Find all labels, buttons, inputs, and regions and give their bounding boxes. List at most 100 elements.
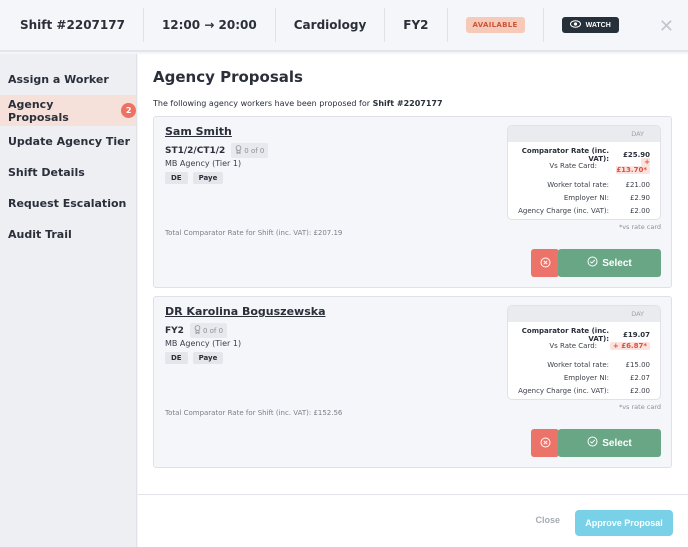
row-label: Worker total rate: <box>547 360 609 369</box>
reject-button[interactable] <box>531 249 559 277</box>
rate-header: DAY <box>508 306 660 322</box>
vs-rate-card-row: Vs Rate Card: + £6.87* <box>508 340 660 351</box>
x-circle-icon <box>540 256 551 271</box>
agency-name: MB Agency (Tier 1) <box>165 339 242 348</box>
footer: Close Approve Proposal <box>138 494 688 547</box>
row-label: Vs Rate Card: <box>549 161 597 170</box>
shift-department: Cardiology <box>276 8 386 42</box>
employer-ni-row: Employer NI: £2.90 <box>508 191 660 204</box>
row-label: Worker total rate: <box>547 180 609 189</box>
tags: DE Paye <box>165 352 224 364</box>
sidebar-item-label: Agency Proposals <box>8 97 69 124</box>
sidebar-item-update-agency-tier[interactable]: Update Agency Tier <box>0 126 136 157</box>
rate-header: DAY <box>508 126 660 142</box>
sidebar-item-agency-proposals[interactable]: Agency Proposals 2 <box>0 95 136 126</box>
total-comparator-rate: Total Comparator Rate for Shift (inc. VA… <box>165 229 343 237</box>
proposal-card: DR Karolina Boguszewska FY2 0 of 0 MB Ag… <box>153 296 672 468</box>
check-circle-icon <box>587 436 598 450</box>
tags: DE Paye <box>165 172 224 184</box>
vs-rate-card-row: Vs Rate Card: + £13.70* <box>508 157 660 174</box>
select-button[interactable]: Select <box>558 429 661 457</box>
grade-row: FY2 0 of 0 <box>165 323 228 338</box>
sidebar-item-label: Assign a Worker <box>8 73 109 86</box>
close-icon[interactable]: ✕ <box>659 16 674 37</box>
status-badge: AVAILABLE <box>465 17 525 33</box>
watch-button[interactable]: WATCH <box>561 17 619 33</box>
shift-id: Shift #2207177 <box>0 8 144 42</box>
worker-total-row: Worker total rate: £21.00 <box>508 178 660 191</box>
worker-name-link[interactable]: DR Karolina Boguszewska <box>165 305 326 318</box>
rate-diff-badge: + £13.70* <box>616 157 650 174</box>
row-value: £19.07 <box>622 330 650 339</box>
close-button[interactable]: Close <box>535 515 560 525</box>
row-label: Comparator Rate (inc. VAT): <box>521 146 609 163</box>
row-label: Employer NI: <box>563 193 609 202</box>
worker-grade: FY2 <box>165 325 184 336</box>
sidebar-item-label: Shift Details <box>8 166 85 179</box>
x-circle-icon <box>540 436 551 451</box>
row-value: £2.07 <box>629 373 650 382</box>
shift-time: 12:00 → 20:00 <box>144 8 276 42</box>
vs-rate-card-note: *vs rate card <box>618 403 661 411</box>
total-comparator-rate: Total Comparator Rate for Shift (inc. VA… <box>165 409 343 417</box>
award-icon <box>235 145 242 156</box>
rate-diff-badge: + £6.87* <box>609 341 650 350</box>
sidebar-item-label: Request Escalation <box>8 197 127 210</box>
worker-grade: ST1/2/CT1/2 <box>165 145 226 156</box>
agency-charge-row: Agency Charge (inc. VAT): £2.00 <box>508 384 660 397</box>
count-badge: 2 <box>121 103 136 118</box>
employer-ni-row: Employer NI: £2.07 <box>508 371 660 384</box>
status-cell: AVAILABLE <box>448 8 544 42</box>
sidebar-item-assign-worker[interactable]: Assign a Worker <box>0 64 136 95</box>
row-label: Agency Charge (inc. VAT): <box>518 206 609 215</box>
rate-breakdown: DAY Comparator Rate (inc. VAT): £19.07 Vs… <box>507 305 661 400</box>
eye-icon <box>569 20 581 30</box>
tag: DE <box>165 352 188 364</box>
main-panel: Agency Proposals The following agency wo… <box>138 54 688 494</box>
award-badge: 0 of 0 <box>189 323 228 338</box>
row-label: Vs Rate Card: <box>549 341 597 350</box>
row-value: £2.90 <box>629 193 650 202</box>
select-button[interactable]: Select <box>558 249 661 277</box>
shift-header: Shift #2207177 12:00 → 20:00 Cardiology … <box>0 0 688 52</box>
row-label: Comparator Rate (inc. VAT): <box>521 326 609 343</box>
sidebar-item-request-escalation[interactable]: Request Escalation <box>0 188 136 219</box>
watch-cell: WATCH <box>544 8 637 42</box>
intro-text: The following agency workers have been p… <box>153 99 443 108</box>
award-count: 0 of 0 <box>202 326 224 335</box>
grade-row: ST1/2/CT1/2 0 of 0 <box>165 143 269 158</box>
watch-label: WATCH <box>585 21 611 29</box>
sidebar-item-label: Update Agency Tier <box>8 135 131 148</box>
worker-total-row: Worker total rate: £15.00 <box>508 358 660 371</box>
tag: Paye <box>192 352 224 364</box>
sidebar-item-label: Audit Trail <box>8 228 72 241</box>
row-value: £2.00 <box>629 206 650 215</box>
sidebar: Assign a Worker Agency Proposals 2 Update… <box>0 54 137 547</box>
row-value: £21.00 <box>625 180 651 189</box>
shift-grade: FY2 <box>385 8 448 42</box>
vs-rate-card-note: *vs rate card <box>618 223 661 231</box>
award-icon <box>194 325 201 336</box>
proposal-card: Sam Smith ST1/2/CT1/2 0 of 0 MB Agency (… <box>153 116 672 288</box>
row-value: £15.00 <box>625 360 651 369</box>
agency-charge-row: Agency Charge (inc. VAT): £2.00 <box>508 204 660 217</box>
award-count: 0 of 0 <box>244 146 265 155</box>
row-label: Employer NI: <box>563 373 609 382</box>
reject-button[interactable] <box>531 429 559 457</box>
approve-proposal-button[interactable]: Approve Proposal <box>575 510 673 536</box>
agency-name: MB Agency (Tier 1) <box>165 159 242 168</box>
sidebar-item-shift-details[interactable]: Shift Details <box>0 157 136 188</box>
intro-shift: Shift #2207177 <box>372 99 443 108</box>
award-badge: 0 of 0 <box>231 143 269 158</box>
check-circle-icon <box>587 256 598 270</box>
comparator-rate-row: Comparator Rate (inc. VAT): £19.07 <box>508 326 660 343</box>
tag: DE <box>165 172 188 184</box>
intro-label: The following agency workers have been p… <box>153 99 373 108</box>
page-title: Agency Proposals <box>153 68 303 86</box>
row-label: Agency Charge (inc. VAT): <box>518 386 609 395</box>
worker-name-link[interactable]: Sam Smith <box>165 125 232 138</box>
tag: Paye <box>192 172 224 184</box>
row-value: £2.00 <box>629 386 650 395</box>
select-label: Select <box>602 437 632 449</box>
sidebar-item-audit-trail[interactable]: Audit Trail <box>0 219 136 250</box>
